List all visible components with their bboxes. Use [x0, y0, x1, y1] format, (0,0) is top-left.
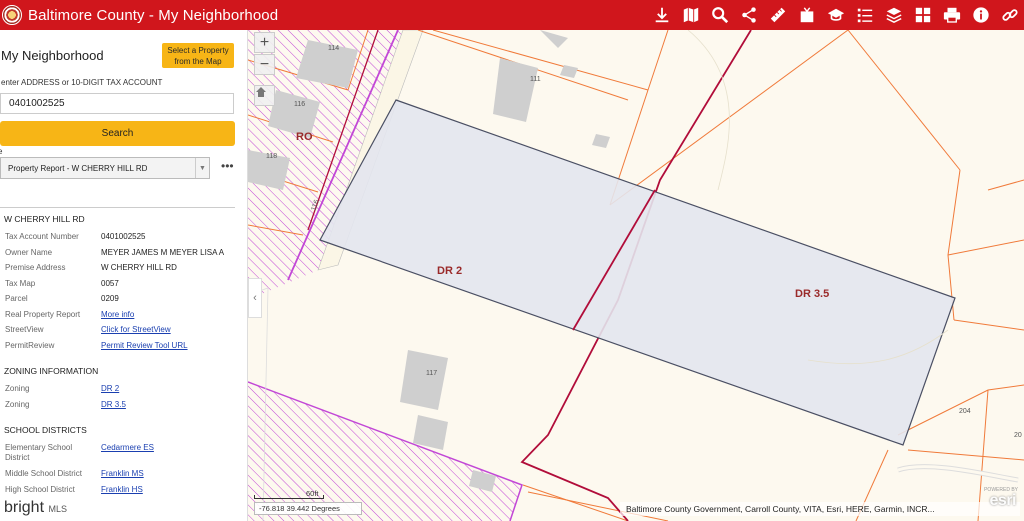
- address-number: 20: [1014, 432, 1022, 439]
- address-number: 116: [294, 101, 306, 108]
- app-title: Baltimore County - My Neighborhood: [28, 6, 279, 24]
- info-row: Elementary School District Cedarmere ES: [5, 443, 235, 463]
- map-view[interactable]: DR 2 DR 3.5 RO 114 111 116 118 117 204 2…: [248, 30, 1024, 521]
- middle-school-link[interactable]: Franklin MS: [101, 469, 144, 478]
- more-options-button[interactable]: •••: [221, 159, 234, 173]
- row-key: PermitReview: [5, 341, 55, 350]
- row-key: Elementary School District: [5, 443, 73, 462]
- schools-title: SCHOOL DISTRICTS: [4, 425, 87, 435]
- row-key: StreetView: [5, 325, 44, 334]
- grid-icon[interactable]: [908, 0, 937, 30]
- row-key: High School District: [5, 485, 75, 494]
- watermark-small: MLS: [48, 504, 67, 514]
- row-key: Tax Account Number: [5, 232, 79, 241]
- info-row: Middle School District Franklin MS: [5, 469, 235, 478]
- elementary-school-link[interactable]: Cedarmere ES: [101, 443, 154, 452]
- layers-icon[interactable]: [879, 0, 908, 30]
- zoom-in-button[interactable]: +: [254, 32, 275, 53]
- bright-mls-watermark: bright MLS: [0, 494, 86, 521]
- app-header: Baltimore County - My Neighborhood: [0, 0, 1024, 30]
- home-button[interactable]: [254, 85, 275, 106]
- info-row: Tax Map 0057: [5, 279, 235, 288]
- row-key: Premise Address: [5, 263, 66, 272]
- home-icon: [256, 87, 266, 97]
- row-key: Real Property Report: [5, 310, 81, 319]
- school-icon[interactable]: [821, 0, 850, 30]
- row-value: MEYER JAMES M MEYER LISA A: [101, 248, 225, 257]
- printer-icon[interactable]: [937, 0, 966, 30]
- map-canvas: [248, 30, 1024, 521]
- scale-bar: [254, 495, 324, 499]
- list-icon[interactable]: [850, 0, 879, 30]
- hatched-zone: [248, 382, 522, 521]
- address-label: enter ADDRESS or 10-DIGIT TAX ACCOUNT: [1, 78, 163, 87]
- info-icon[interactable]: [966, 0, 995, 30]
- link-icon[interactable]: [995, 0, 1024, 30]
- map-icon[interactable]: [676, 0, 705, 30]
- toolbar: [647, 0, 1024, 30]
- address-number: 118: [266, 153, 278, 160]
- address-number: 111: [530, 76, 541, 83]
- coordinates-readout: -76.818 39.442 Degrees: [254, 502, 362, 515]
- measure-icon[interactable]: [763, 0, 792, 30]
- streetview-link[interactable]: Click for StreetView: [101, 325, 171, 334]
- panel-title: My Neighborhood: [1, 48, 104, 63]
- property-title: W CHERRY HILL RD: [4, 214, 85, 224]
- search-button[interactable]: Search: [0, 121, 235, 146]
- info-row: Zoning DR 3.5: [5, 400, 235, 409]
- report-select-label: e: [0, 147, 2, 156]
- print-doc-icon[interactable]: [792, 0, 821, 30]
- row-value: 0209: [101, 294, 119, 303]
- info-row: Tax Account Number 0401002525: [5, 232, 235, 241]
- download-icon[interactable]: [647, 0, 676, 30]
- collapse-panel-button[interactable]: ‹: [248, 278, 262, 318]
- row-key: Zoning: [5, 400, 30, 409]
- permit-review-link[interactable]: Permit Review Tool URL: [101, 341, 188, 350]
- info-row: Premise Address W CHERRY HILL RD: [5, 263, 235, 272]
- watermark-text: bright: [4, 499, 45, 516]
- info-row: Real Property Report More info: [5, 310, 235, 319]
- zoning-dr2-link[interactable]: DR 2: [101, 384, 119, 393]
- high-school-link[interactable]: Franklin HS: [101, 485, 143, 494]
- address-number: 114: [328, 45, 340, 52]
- row-value: W CHERRY HILL RD: [101, 263, 177, 272]
- report-select[interactable]: Property Report - W CHERRY HILL RD ▼: [0, 157, 210, 179]
- select-property-button[interactable]: Select a Property from the Map: [162, 43, 234, 68]
- row-key: Parcel: [5, 294, 28, 303]
- section-divider: [0, 207, 235, 208]
- search-icon[interactable]: [705, 0, 734, 30]
- zoom-controls: + −: [254, 32, 275, 76]
- report-select-value: Property Report - W CHERRY HILL RD: [8, 163, 148, 173]
- more-info-link[interactable]: More info: [101, 310, 134, 319]
- address-number: 117: [426, 370, 438, 377]
- zone-label-ro: RO: [296, 131, 313, 143]
- sidebar-panel: My Neighborhood Select a Property from t…: [0, 30, 248, 521]
- share-icon[interactable]: [734, 0, 763, 30]
- row-key: Tax Map: [5, 279, 36, 288]
- esri-logo: esri: [989, 492, 1017, 509]
- row-value: 0057: [101, 279, 119, 288]
- zoom-out-button[interactable]: −: [254, 54, 275, 75]
- zoning-title: ZONING INFORMATION: [4, 366, 99, 376]
- address-input[interactable]: [0, 93, 234, 114]
- zoning-dr35-link[interactable]: DR 3.5: [101, 400, 126, 409]
- info-row: Zoning DR 2: [5, 384, 235, 393]
- row-key: Middle School District: [5, 469, 82, 478]
- map-attribution: Baltimore County Government, Carroll Cou…: [620, 502, 1020, 516]
- info-row: StreetView Click for StreetView: [5, 325, 235, 334]
- address-number: 204: [959, 408, 971, 415]
- row-key: Zoning: [5, 384, 30, 393]
- app-window: Baltimore County - My Neighborhood My Ne…: [0, 0, 1024, 521]
- zone-label-dr2: DR 2: [437, 265, 463, 277]
- row-value: 0401002525: [101, 232, 146, 241]
- info-row: Owner Name MEYER JAMES M MEYER LISA A: [5, 248, 235, 257]
- county-seal-logo: [2, 5, 22, 25]
- chevron-down-icon: ▼: [195, 158, 209, 178]
- info-row: PermitReview Permit Review Tool URL: [5, 341, 235, 350]
- info-row: Parcel 0209: [5, 294, 235, 303]
- row-key: Owner Name: [5, 248, 53, 257]
- info-row: High School District Franklin HS: [5, 485, 235, 494]
- zone-label-dr35: DR 3.5: [795, 288, 830, 300]
